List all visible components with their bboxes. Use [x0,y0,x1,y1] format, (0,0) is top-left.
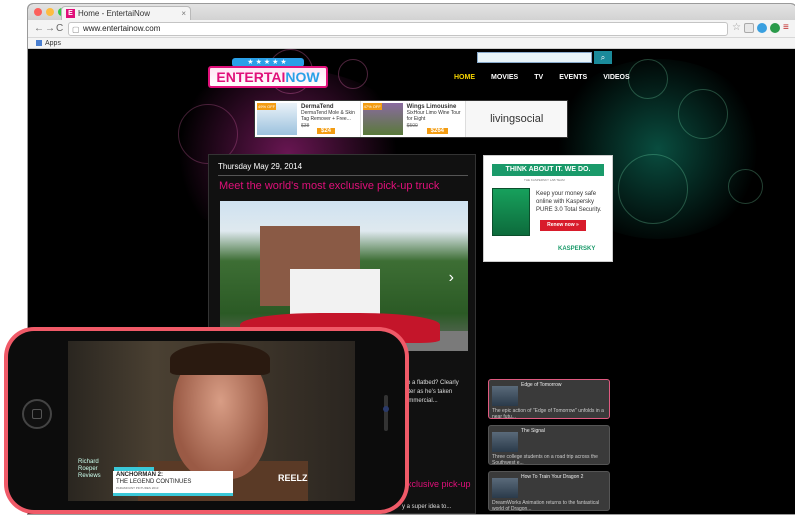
extension-globe-icon[interactable] [757,23,767,33]
browser-tab[interactable]: E Home - EntertaiNow × [61,6,191,20]
reload-icon[interactable]: C [56,23,63,35]
video-figure-hair [170,343,270,375]
search-button-icon[interactable]: ⌕ [594,51,612,64]
article-headline[interactable]: Meet the world's most exclusive pick-up … [219,180,469,193]
film-title-line-1: ANCHORMAN 2: [116,472,163,478]
home-square-icon [32,409,42,419]
kaspersky-subline: THE KASPERSKY LAB TEAM [524,178,565,182]
article-headline-2[interactable]: exclusive pick-up [402,479,472,490]
video-card[interactable]: How To Train Your Dragon 2 DreamWorks An… [488,471,610,512]
photo-sign [290,269,380,314]
video-title: Edge of Tomorrow [521,382,562,388]
divider [218,175,468,176]
bookmarks-bar: Apps [28,38,795,49]
nav-videos[interactable]: VIDEOS [595,73,637,83]
nav-home[interactable]: HOME [446,73,483,83]
livingsocial-ad-banner[interactable]: 49% OFF DermaTend DermaTend Mole & Skin T… [254,100,568,138]
kaspersky-product-box [492,188,530,236]
video-thumbnail [492,478,518,498]
url-text: www.entertainow.com [83,24,161,33]
kaspersky-ad[interactable]: THINK ABOUT IT. WE DO. THE KASPERSKY LAB… [483,155,613,262]
site-search-input[interactable] [477,52,592,63]
renew-now-button[interactable]: Renew now » [540,220,586,231]
apps-grid-icon [36,40,42,46]
lower-third-film: ANCHORMAN 2: THE LEGEND CONTINUES PARAMO… [113,471,233,493]
background-bubble [618,154,688,224]
livingsocial-logo[interactable]: livingsocial [466,101,568,137]
article-snippet-line: latter as he's taken [402,389,453,395]
deal-ad[interactable]: 49% OFF DermaTend DermaTend Mole & Skin T… [255,101,361,137]
video-description: The epic action of "Edge of Tomorrow" un… [492,408,604,420]
film-studio: PARAMOUNT PICTURES 2013 [116,486,159,490]
tab-bar: E Home - EntertaiNow × [28,4,795,20]
logo-text-accent: NOW [285,69,320,85]
background-bubble [728,169,763,204]
deal-price: $264 [426,128,449,134]
main-navigation: HOME MOVIES TV EVENTS VIDEOS [446,73,638,83]
kaspersky-headline: THINK ABOUT IT. WE DO. [492,164,604,176]
tab-title: Home - EntertaiNow [78,9,151,18]
bookmark-star-icon[interactable]: ☆ [732,23,742,33]
deal-description: SixHour Limo Wine Tour for Eight [406,110,461,122]
deal-old-price: $500 [406,123,418,129]
background-bubble [678,89,728,139]
screenshot-stage: E Home - EntertaiNow × ← → C ▢ www.enter… [0,0,795,517]
background-bubble [338,59,368,89]
network-logo: REELZ [278,473,308,483]
discount-badge: 47% OFF [362,103,382,110]
video-player[interactable]: Richard Roeper Reviews ANCHORMAN 2: THE … [68,341,355,501]
site-favicon-icon: E [66,9,75,18]
extension-icon[interactable] [744,23,754,33]
article-snippet-line: commercial... [402,398,438,404]
discount-badge: 49% OFF [257,103,277,110]
phone-device: Richard Roeper Reviews ANCHORMAN 2: THE … [4,327,409,514]
phone-speaker [384,395,388,431]
deal-description: DermaTend Mole & Skin Tag Remover + Free… [301,110,355,122]
video-title: The Signal [521,428,545,434]
kaspersky-body: Keep your money safe online with Kaspers… [536,191,602,213]
kaspersky-logo: KASPERSKY [558,246,596,252]
video-card[interactable]: The Signal Three college students on a r… [488,425,610,466]
video-description: Three college students on a road trip ac… [492,454,598,466]
nav-movies[interactable]: MOVIES [483,73,526,83]
article-snippet-line: nto a flatbed? Clearly [402,380,459,386]
menu-icon[interactable]: ≡ [783,23,793,33]
article-snippet-2: y a super idea to... [402,504,452,510]
minimize-window-button[interactable] [46,8,54,16]
home-button[interactable] [22,399,52,429]
forward-arrow-icon[interactable]: → [45,23,55,35]
site-logo[interactable]: ENTERTAINOW [208,66,328,88]
film-title-line-2: THE LEGEND CONTINUES [116,479,192,485]
deal-price: $24 [317,128,336,134]
back-arrow-icon[interactable]: ← [34,23,44,35]
deal-text: Wings Limousine SixHour Limo Wine Tour fo… [407,104,467,122]
logo-text-main: ENTERTAI [216,69,286,85]
video-title: How To Train Your Dragon 2 [521,474,584,480]
carousel-next-icon[interactable]: › [449,269,454,287]
page-icon: ▢ [72,25,80,34]
address-bar[interactable]: ▢ www.entertainow.com [68,22,728,36]
video-thumbnail [492,386,518,406]
close-window-button[interactable] [34,8,42,16]
video-description: DreamWorks Animation returns to the fant… [492,500,600,512]
deal-old-price: $38 [301,123,310,129]
lower-third-bar [113,493,233,496]
phone-camera [383,406,389,412]
deal-text: DermaTend DermaTend Mole & Skin Tag Remov… [301,104,361,122]
lower-third-show: Richard Roeper Reviews [78,459,101,479]
video-card[interactable]: Edge of Tomorrow The epic action of "Edg… [488,379,610,420]
nav-events[interactable]: EVENTS [551,73,595,83]
article-date: Thursday May 29, 2014 [218,162,303,171]
video-thumbnail [492,432,518,452]
apps-bookmark[interactable]: Apps [45,40,61,47]
browser-toolbar: ← → C ▢ www.entertainow.com ☆ ≡ [28,20,795,38]
deal-ad[interactable]: 47% OFF Wings Limousine SixHour Limo Wine… [361,101,467,137]
nav-tv[interactable]: TV [526,73,551,83]
tab-close-icon[interactable]: × [181,7,186,20]
extension-green-icon[interactable] [770,23,780,33]
phone-body: Richard Roeper Reviews ANCHORMAN 2: THE … [8,331,405,510]
